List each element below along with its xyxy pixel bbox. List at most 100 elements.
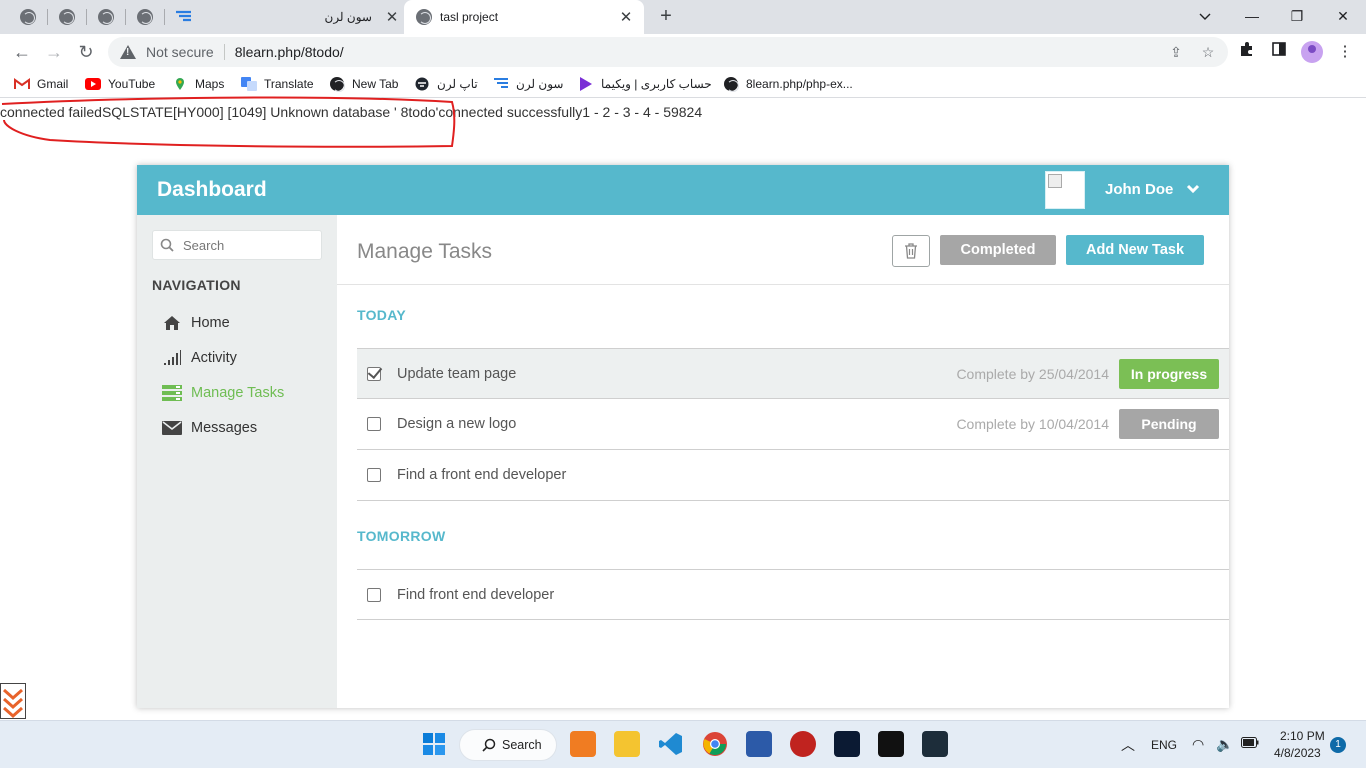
taskbar-search[interactable]: Search bbox=[459, 729, 557, 761]
forward-arrow-icon[interactable]: → bbox=[42, 40, 66, 64]
sidebar-item-label: Activity bbox=[191, 350, 237, 366]
double-chevron-down-icon bbox=[3, 688, 23, 719]
user-name[interactable]: John Doe bbox=[1105, 181, 1173, 198]
app-header: Dashboard John Doe bbox=[137, 165, 1229, 215]
postman-icon[interactable] bbox=[790, 731, 816, 757]
wifi-icon[interactable]: ◠ bbox=[1192, 736, 1204, 753]
page-title: Manage Tasks bbox=[357, 240, 493, 263]
completed-button[interactable]: Completed bbox=[940, 235, 1056, 265]
delete-button[interactable] bbox=[892, 235, 930, 267]
side-panel-icon[interactable] bbox=[1268, 41, 1290, 63]
share-icon[interactable]: ⇪ bbox=[1166, 42, 1186, 62]
bookmark-sevenlearn[interactable]: سون لرن bbox=[493, 75, 564, 93]
minimize-icon[interactable]: — bbox=[1240, 5, 1264, 27]
main-content: Manage Tasks Completed Add New Task TODA… bbox=[337, 215, 1229, 708]
chrome-icon[interactable] bbox=[702, 731, 728, 757]
sidebar-item-manage-tasks[interactable]: Manage Tasks bbox=[162, 382, 284, 404]
pinned-tab-2[interactable] bbox=[56, 6, 78, 28]
tab-search-chevron-icon[interactable] bbox=[1193, 5, 1217, 27]
bookmark-translate[interactable]: Translate bbox=[241, 75, 314, 93]
bookmark-star-icon[interactable]: ☆ bbox=[1198, 42, 1218, 62]
vscode-icon[interactable] bbox=[658, 731, 684, 757]
sidebar-item-label: Manage Tasks bbox=[191, 385, 285, 401]
translate-icon bbox=[241, 77, 257, 91]
bookmark-wikima[interactable]: حساب کاربری | ویکیما bbox=[578, 75, 712, 93]
red-annotation-scribble bbox=[1, 96, 456, 148]
windows-start-icon[interactable] bbox=[421, 731, 447, 757]
user-avatar[interactable] bbox=[1045, 171, 1085, 209]
task-due-date: Complete by 10/04/2014 bbox=[956, 416, 1109, 432]
task-checkbox[interactable] bbox=[367, 468, 381, 482]
restore-icon[interactable]: ❐ bbox=[1285, 5, 1309, 27]
sidebar-item-home[interactable]: Home bbox=[162, 312, 230, 334]
volume-icon[interactable]: 🔈 bbox=[1216, 736, 1233, 753]
task-checkbox[interactable] bbox=[367, 366, 381, 381]
battery-icon[interactable] bbox=[1241, 737, 1259, 751]
pinned-tab-1[interactable] bbox=[17, 6, 39, 28]
brand-title[interactable]: Dashboard bbox=[157, 178, 267, 202]
app-icon[interactable] bbox=[922, 731, 948, 757]
bookmark-gmail[interactable]: Gmail bbox=[14, 75, 68, 93]
clock-date[interactable]: 4/8/2023 bbox=[1274, 746, 1321, 760]
chevron-down-icon[interactable] bbox=[1185, 181, 1201, 197]
ableton-live-icon[interactable] bbox=[878, 731, 904, 757]
language-indicator[interactable]: ENG bbox=[1151, 738, 1177, 752]
tab-sevenlearn[interactable]: سون لرن ✕ bbox=[200, 0, 402, 34]
bookmark-new-tab[interactable]: New Tab bbox=[329, 75, 398, 93]
taskbar: Search ︿ ENG ◠ 🔈 2:10 PM 4/8/2023 1 bbox=[0, 720, 1366, 768]
bookmark-label: New Tab bbox=[352, 77, 399, 91]
menu-kebab-icon[interactable]: ⋮ bbox=[1334, 41, 1356, 63]
sidebar-item-label: Home bbox=[191, 315, 230, 331]
photoshop-icon[interactable] bbox=[834, 731, 860, 757]
extensions-puzzle-icon[interactable] bbox=[1236, 41, 1258, 63]
security-label[interactable]: Not secure bbox=[146, 44, 214, 60]
close-window-icon[interactable]: ✕ bbox=[1331, 5, 1355, 27]
bookmark-label: Maps bbox=[195, 77, 225, 91]
envelope-icon bbox=[162, 419, 182, 437]
bookmark-8learn[interactable]: 8learn.php/php-ex... bbox=[723, 75, 853, 93]
tab-active[interactable]: tasl project ✕ bbox=[404, 0, 644, 34]
notification-badge[interactable]: 1 bbox=[1330, 737, 1346, 753]
task-row[interactable]: Find a front end developer bbox=[357, 450, 1229, 501]
add-new-task-button[interactable]: Add New Task bbox=[1066, 235, 1204, 265]
close-tab-icon[interactable]: ✕ bbox=[382, 8, 402, 26]
task-name: Find front end developer bbox=[397, 586, 555, 603]
task-row[interactable]: Find front end developer bbox=[357, 569, 1229, 620]
bookmark-youtube[interactable]: YouTube bbox=[85, 75, 155, 93]
globe-icon bbox=[20, 9, 36, 25]
pinned-tab-3[interactable] bbox=[95, 6, 117, 28]
sidebar-item-activity[interactable]: Activity bbox=[162, 347, 237, 369]
file-explorer-icon[interactable] bbox=[614, 731, 640, 757]
close-tab-icon[interactable]: ✕ bbox=[616, 8, 636, 26]
powershell-icon[interactable] bbox=[746, 731, 772, 757]
pinned-tab-4[interactable] bbox=[134, 6, 156, 28]
task-checkbox[interactable] bbox=[367, 587, 381, 602]
globe-icon bbox=[98, 9, 114, 25]
divider bbox=[337, 284, 1229, 285]
toplearn-icon bbox=[414, 77, 430, 91]
warning-icon[interactable] bbox=[120, 44, 136, 60]
xampp-icon[interactable] bbox=[570, 731, 596, 757]
task-row[interactable]: Update team page Complete by 25/04/2014 … bbox=[357, 348, 1229, 399]
status-badge: In progress bbox=[1119, 358, 1219, 389]
search-input[interactable]: Search bbox=[152, 230, 322, 260]
clock-time[interactable]: 2:10 PM bbox=[1280, 729, 1325, 743]
debug-toolbar-toggle[interactable] bbox=[0, 683, 26, 719]
bookmark-maps[interactable]: Maps bbox=[172, 75, 224, 93]
search-placeholder: Search bbox=[183, 237, 225, 253]
sidebar-item-messages[interactable]: Messages bbox=[162, 417, 257, 439]
profile-avatar[interactable] bbox=[1301, 41, 1323, 63]
bookmark-toplearn[interactable]: تاپ لرن bbox=[414, 75, 478, 93]
reload-icon[interactable]: ↻ bbox=[74, 40, 98, 64]
address-bar[interactable]: Not secure 8learn.php/8todo/ bbox=[108, 37, 1228, 67]
task-row[interactable]: Design a new logo Complete by 10/04/2014… bbox=[357, 399, 1229, 450]
new-tab-button[interactable]: + bbox=[654, 5, 678, 29]
url-text[interactable]: 8learn.php/8todo/ bbox=[235, 44, 344, 60]
task-checkbox[interactable] bbox=[367, 417, 381, 431]
section-label-tomorrow: TOMORROW bbox=[357, 528, 446, 544]
back-arrow-icon[interactable]: ← bbox=[10, 40, 34, 64]
bookmark-label: YouTube bbox=[108, 77, 156, 91]
pinned-tab-5[interactable] bbox=[173, 6, 195, 28]
chevron-up-icon[interactable]: ︿ bbox=[1121, 735, 1135, 755]
bookmark-label: حساب کاربری | ویکیما bbox=[601, 77, 712, 91]
